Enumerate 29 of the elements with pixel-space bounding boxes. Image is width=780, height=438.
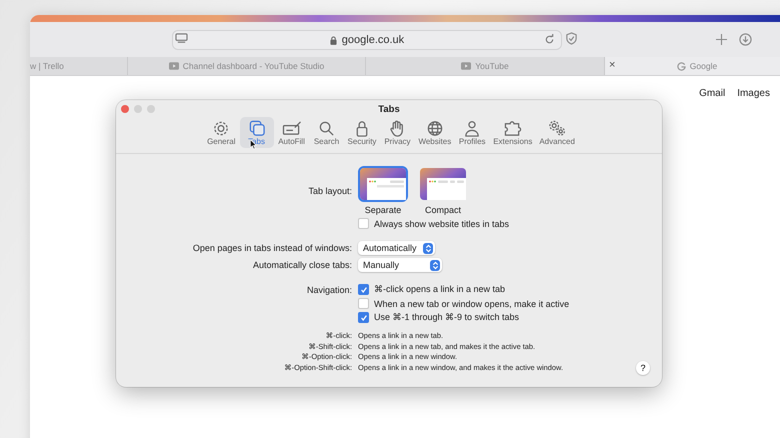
help-button[interactable]: ? (636, 361, 650, 375)
dropdown[interactable]: Automatically (358, 241, 435, 255)
toolbar-tab[interactable]: Security (344, 117, 380, 148)
page-link[interactable]: Images (737, 88, 770, 99)
dropdown[interactable]: Manually (358, 258, 442, 272)
browser-tab[interactable]: × Google (605, 57, 780, 75)
window-title: Tabs (378, 103, 400, 115)
field-label: Open pages in tabs instead of windows: (192, 243, 352, 253)
toolbar-tab[interactable]: General (204, 117, 239, 148)
toolbar-tab[interactable]: Advanced (536, 117, 578, 148)
checkbox-label[interactable]: ⌘-click opens a link in a new tab (374, 284, 506, 295)
layout-label: Compact (424, 205, 461, 215)
checkbox-label[interactable]: When a new tab or window opens, make it active (374, 298, 570, 308)
field-label: Navigation: (306, 284, 352, 294)
page-link[interactable]: Gmail (699, 88, 726, 99)
toolbar-tab[interactable]: AutoFill (274, 117, 309, 148)
field-label: Automatically close tabs: (252, 260, 352, 270)
toolbar-tab[interactable]: Websites (415, 117, 454, 148)
checkbox-label[interactable]: Always show website titles in tabs (374, 218, 510, 228)
toolbar-tab[interactable]: Privacy (380, 117, 414, 148)
toolbar-tab[interactable]: Profiles (455, 117, 490, 148)
close-tab-button[interactable]: × (609, 59, 616, 71)
browser-tab[interactable]: w | Trello (30, 57, 128, 75)
field-label: Tab layout: (307, 186, 352, 196)
layout-label: Separate (364, 205, 402, 215)
toolbar-tab[interactable]: Extensions (490, 117, 536, 148)
toolbar-tab[interactable]: Search (310, 117, 344, 148)
address-field[interactable]: google.co.uk (172, 30, 562, 50)
checkbox-label[interactable]: Use ⌘-1 through ⌘-9 to switch tabs (374, 312, 520, 323)
